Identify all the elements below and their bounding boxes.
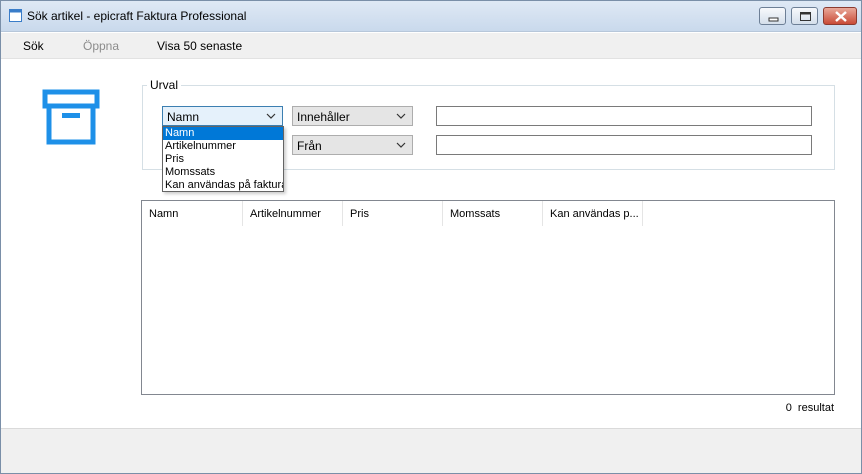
chevron-down-icon bbox=[396, 113, 406, 119]
minimize-icon bbox=[768, 17, 779, 22]
field-dropdown-list[interactable]: Namn Artikelnummer Pris Momssats Kan anv… bbox=[162, 126, 284, 192]
title-bar[interactable]: Sök artikel - epicraft Faktura Professio… bbox=[1, 1, 861, 32]
result-count-value: 0 bbox=[785, 402, 792, 414]
menu-item-visa-50-senaste[interactable]: Visa 50 senaste bbox=[157, 39, 242, 53]
close-button[interactable] bbox=[823, 7, 857, 25]
results-header: Namn Artikelnummer Pris Momssats Kan anv… bbox=[142, 201, 834, 226]
result-count-label: resultat bbox=[797, 402, 834, 414]
window-title: Sök artikel - epicraft Faktura Professio… bbox=[27, 9, 247, 23]
column-header-namn[interactable]: Namn bbox=[142, 201, 243, 226]
dropdown-option-namn[interactable]: Namn bbox=[163, 127, 283, 140]
main-window: Sök artikel - epicraft Faktura Professio… bbox=[0, 0, 862, 474]
result-count: 0 resultat bbox=[786, 402, 834, 414]
operator-select[interactable]: Innehåller bbox=[292, 106, 413, 126]
maximize-button[interactable] bbox=[791, 7, 818, 25]
column-header-artikelnummer[interactable]: Artikelnummer bbox=[243, 201, 343, 226]
field-select[interactable]: Namn bbox=[162, 106, 283, 126]
dropdown-option-pris[interactable]: Pris bbox=[163, 153, 283, 166]
field-select-value: Namn bbox=[167, 110, 200, 124]
box-archive-icon bbox=[42, 89, 100, 145]
chevron-down-icon bbox=[266, 113, 276, 119]
results-list[interactable]: Namn Artikelnummer Pris Momssats Kan anv… bbox=[141, 200, 835, 395]
app-window-icon bbox=[9, 9, 22, 22]
menu-item-sok[interactable]: Sök bbox=[23, 39, 44, 53]
dropdown-option-momssats[interactable]: Momssats bbox=[163, 166, 283, 179]
dropdown-option-artikelnummer[interactable]: Artikelnummer bbox=[163, 140, 283, 153]
menu-bar: Sök Öppna Visa 50 senaste bbox=[1, 33, 861, 59]
operator-select-2-value: Från bbox=[297, 139, 322, 153]
chevron-down-icon bbox=[396, 142, 406, 148]
search-value-input[interactable] bbox=[436, 106, 812, 126]
status-bar bbox=[1, 428, 861, 473]
filter-group-label: Urval bbox=[147, 78, 182, 92]
maximize-icon bbox=[800, 12, 811, 21]
dropdown-option-kan-anvandas[interactable]: Kan användas på faktura bbox=[163, 179, 283, 192]
operator-select-2[interactable]: Från bbox=[292, 135, 413, 155]
column-header-kan-anvandas[interactable]: Kan användas p... bbox=[543, 201, 643, 226]
column-header-momssats[interactable]: Momssats bbox=[443, 201, 543, 226]
operator-select-value: Innehåller bbox=[297, 110, 350, 124]
menu-item-oppna[interactable]: Öppna bbox=[83, 39, 119, 53]
search-value-input-2[interactable] bbox=[436, 135, 812, 155]
close-icon bbox=[835, 11, 847, 22]
column-header-pris[interactable]: Pris bbox=[343, 201, 443, 226]
minimize-button[interactable] bbox=[759, 7, 786, 25]
